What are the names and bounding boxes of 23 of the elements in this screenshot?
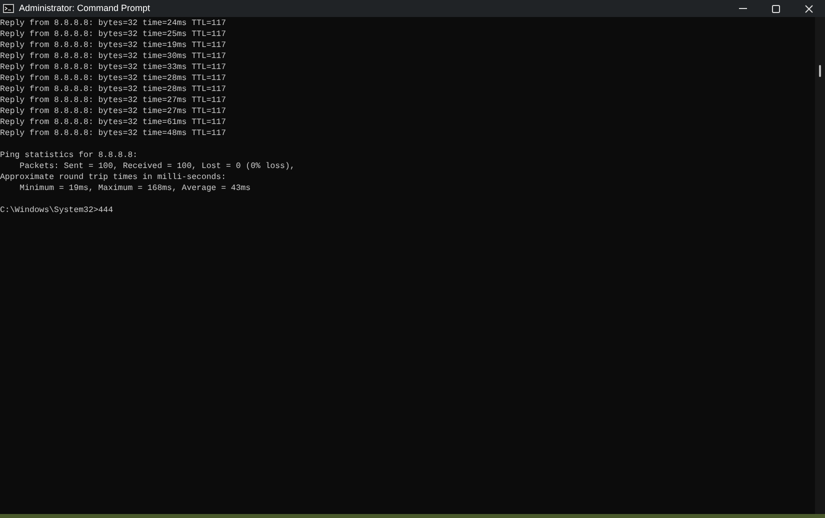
maximize-icon — [772, 4, 780, 12]
minimize-icon — [738, 8, 746, 9]
console-line: Reply from 8.8.8.8: bytes=32 time=30ms TTL=117 — [0, 51, 228, 62]
console-line: Reply from 8.8.8.8: bytes=32 time=48ms TTL=117 — [0, 128, 228, 139]
console-line: Reply from 8.8.8.8: bytes=32 time=24ms TTL=117 — [0, 18, 228, 29]
console-line: Reply from 8.8.8.8: bytes=32 time=27ms TTL=117 — [0, 95, 228, 106]
scrollbar[interactable] — [815, 17, 825, 514]
console-line: Reply from 8.8.8.8: bytes=32 time=19ms TTL=117 — [0, 40, 228, 51]
console-line: Reply from 8.8.8.8: bytes=32 time=28ms TTL=117 — [0, 73, 228, 84]
console-line: Minimum = 19ms, Maximum = 168ms, Average = 43ms — [18, 183, 252, 194]
console-line: Reply from 8.8.8.8: bytes=32 time=33ms TTL=117 — [0, 62, 228, 73]
console-line: Reply from 8.8.8.8: bytes=32 time=28ms TTL=117 — [0, 84, 228, 95]
console-line: Reply from 8.8.8.8: bytes=32 time=25ms TTL=117 — [0, 29, 228, 40]
close-icon — [804, 4, 812, 12]
console-line: Reply from 8.8.8.8: bytes=32 time=61ms TTL=117 — [0, 117, 228, 128]
terminal-icon — [3, 4, 14, 13]
console-line: Approximate round trip times in milli-seconds: — [0, 172, 228, 183]
console-line: Ping statistics for 8.8.8.8: — [0, 150, 139, 161]
window-title: Administrator: Command Prompt — [19, 2, 150, 15]
console-line: C:\Windows\System32>444 — [0, 205, 114, 216]
console-line: Packets: Sent = 100, Received = 100, Lost = 0 (0% loss), — [18, 161, 296, 172]
console-line: Reply from 8.8.8.8: bytes=32 time=27ms TTL=117 — [0, 106, 228, 117]
scrollbar-thumb[interactable] — [819, 65, 821, 77]
